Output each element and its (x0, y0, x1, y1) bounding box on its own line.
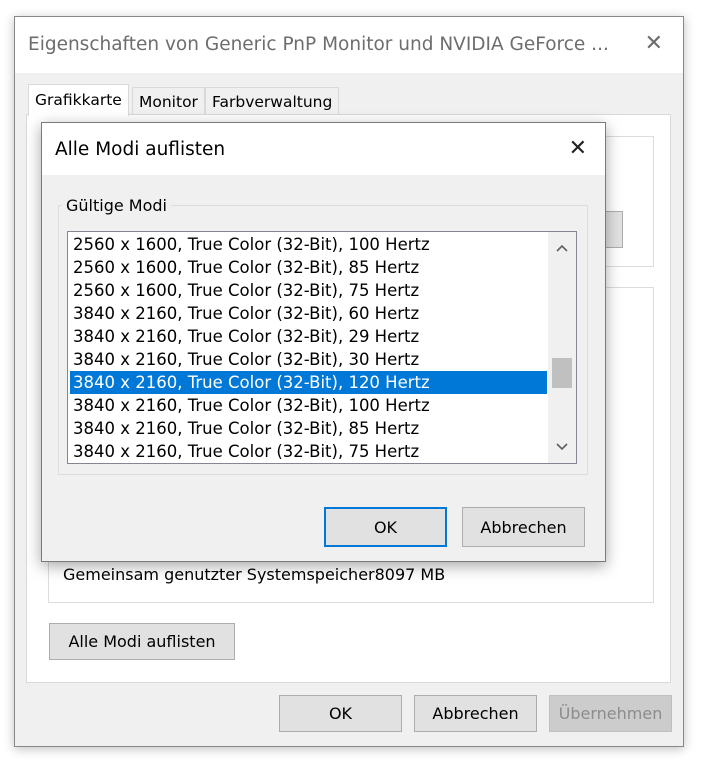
tab-grafikkarte[interactable]: Grafikkarte (28, 84, 129, 116)
shared-memory-label: Gemeinsam genutzter Systemspeicher (63, 565, 375, 584)
dialog-title: Alle Modi auflisten (55, 139, 226, 160)
mode-list-item[interactable]: 3840 x 2160, True Color (32-Bit), 29 Her… (70, 325, 547, 348)
shared-memory-row: Gemeinsam genutzter Systemspeicher8097 M… (63, 565, 445, 584)
valid-modes-label: Gültige Modi (62, 196, 171, 215)
dialog-ok-button[interactable]: OK (324, 507, 447, 547)
mode-list-item[interactable]: 2560 x 1600, True Color (32-Bit), 100 He… (70, 233, 547, 256)
window-title: Eigenschaften von Generic PnP Monitor un… (28, 34, 609, 55)
tab-farbverwaltung[interactable]: Farbverwaltung (205, 87, 340, 115)
mode-list-item[interactable]: 3840 x 2160, True Color (32-Bit), 85 Her… (70, 417, 547, 440)
vertical-scrollbar[interactable] (548, 232, 576, 463)
scroll-thumb[interactable] (552, 358, 572, 389)
ok-button[interactable]: OK (279, 695, 402, 732)
scroll-up-icon[interactable] (548, 234, 576, 262)
close-icon[interactable]: ✕ (645, 31, 663, 56)
mode-list-item[interactable]: 2560 x 1600, True Color (32-Bit), 85 Her… (70, 256, 547, 279)
mode-list-item[interactable]: 3840 x 2160, True Color (32-Bit), 100 He… (70, 394, 547, 417)
dialog-title-bar: Alle Modi auflisten ✕ (42, 123, 605, 175)
cancel-button[interactable]: Abbrechen (414, 695, 537, 732)
mode-list-item[interactable]: 3840 x 2160, True Color (32-Bit), 75 Her… (70, 440, 547, 463)
list-all-modes-button[interactable]: Alle Modi auflisten (49, 623, 235, 660)
tab-monitor[interactable]: Monitor (132, 87, 205, 115)
dialog-close-icon[interactable]: ✕ (569, 136, 587, 161)
mode-list-item[interactable]: 3840 x 2160, True Color (32-Bit), 30 Her… (70, 348, 547, 371)
dialog-cancel-button[interactable]: Abbrechen (462, 507, 585, 547)
shared-memory-value: 8097 MB (374, 565, 446, 584)
mode-list-item[interactable]: 3840 x 2160, True Color (32-Bit), 60 Her… (70, 302, 547, 325)
list-all-modes-dialog: Alle Modi auflisten ✕ Gültige Modi 2560 … (41, 122, 606, 562)
title-bar: Eigenschaften von Generic PnP Monitor un… (15, 17, 683, 73)
mode-list-item[interactable]: 2560 x 1600, True Color (32-Bit), 75 Her… (70, 279, 547, 302)
mode-list-item[interactable]: 3840 x 2160, True Color (32-Bit), 120 He… (70, 371, 547, 394)
modes-listbox[interactable]: 2560 x 1600, True Color (32-Bit), 100 He… (67, 231, 577, 464)
apply-button: Übernehmen (549, 695, 672, 732)
scroll-down-icon[interactable] (548, 433, 576, 461)
